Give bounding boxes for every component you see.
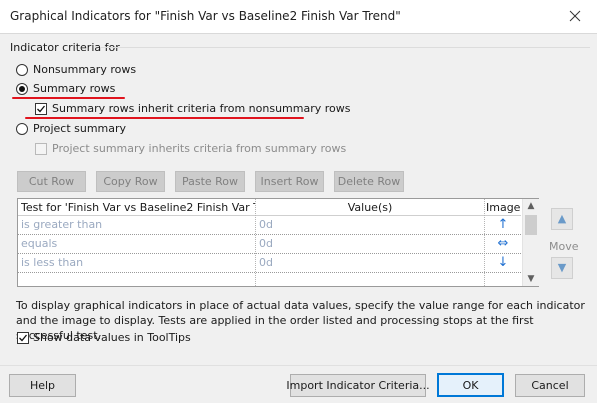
row-value[interactable]: 0d [259, 235, 273, 253]
window-title: Graphical Indicators for "Finish Var vs … [10, 9, 401, 23]
arrow-down-icon[interactable]: ↓ [486, 254, 520, 272]
check-icon [19, 334, 28, 342]
scroll-up-icon[interactable]: ▲ [523, 199, 539, 213]
radio-project-summary-label[interactable]: Project summary [33, 122, 126, 135]
row-value[interactable]: 0d [259, 254, 273, 272]
move-up-button[interactable]: ▲ [551, 208, 573, 230]
cut-row-button[interactable]: Cut Row [17, 171, 86, 192]
project-inherit-checkbox[interactable] [35, 143, 47, 155]
group-divider [101, 47, 590, 48]
table-row[interactable] [18, 273, 521, 292]
tooltips-checkbox[interactable] [17, 332, 29, 344]
paste-row-button[interactable]: Paste Row [175, 171, 245, 192]
footer-divider [0, 365, 597, 366]
title-bar: Graphical Indicators for "Finish Var vs … [0, 0, 597, 34]
close-icon [569, 10, 581, 22]
red-annotation-underline [12, 97, 125, 99]
summary-inherit-label[interactable]: Summary rows inherit criteria from nonsu… [52, 102, 350, 115]
row-test[interactable]: equals [21, 235, 57, 253]
close-button[interactable] [565, 6, 585, 26]
header-test[interactable]: Test for 'Finish Var vs Baseline2 Finish… [21, 199, 255, 216]
move-label: Move [549, 240, 579, 253]
copy-row-button[interactable]: Copy Row [96, 171, 165, 192]
row-test[interactable]: is greater than [21, 216, 102, 234]
criteria-grid: Test for 'Finish Var vs Baseline2 Finish… [17, 198, 539, 287]
project-inherit-label[interactable]: Project summary inherits criteria from s… [52, 142, 346, 155]
move-down-button[interactable]: ▼ [551, 257, 573, 279]
tooltips-label[interactable]: Show data values in ToolTips [33, 331, 191, 344]
scroll-down-icon[interactable]: ▼ [523, 272, 539, 286]
arrow-up-icon[interactable]: ↑ [486, 216, 520, 234]
table-row[interactable]: is greater than 0d ↑ [18, 216, 521, 235]
row-test[interactable]: is less than [21, 254, 83, 272]
red-annotation-underline [25, 117, 304, 119]
header-values[interactable]: Value(s) [258, 199, 482, 216]
header-image[interactable]: Image [486, 199, 520, 216]
help-button[interactable]: Help [9, 374, 76, 397]
row-value[interactable]: 0d [259, 216, 273, 234]
table-row[interactable]: is less than 0d ↓ [18, 254, 521, 273]
insert-row-button[interactable]: Insert Row [255, 171, 324, 192]
ok-button[interactable]: OK [437, 373, 504, 397]
import-criteria-button[interactable]: Import Indicator Criteria... [286, 374, 430, 397]
radio-project-summary[interactable] [16, 123, 28, 135]
radio-nonsummary-label[interactable]: Nonsummary rows [33, 63, 136, 76]
grid-scrollbar[interactable]: ▲ ▼ [522, 199, 539, 286]
check-icon [37, 105, 46, 113]
radio-summary-rows[interactable] [16, 83, 28, 95]
table-row[interactable]: equals 0d ⇔ [18, 235, 521, 254]
radio-nonsummary-rows[interactable] [16, 64, 28, 76]
delete-row-button[interactable]: Delete Row [334, 171, 404, 192]
arrow-left-right-icon[interactable]: ⇔ [486, 235, 520, 253]
radio-summary-label[interactable]: Summary rows [33, 82, 115, 95]
summary-inherit-checkbox[interactable] [35, 103, 47, 115]
scroll-thumb[interactable] [525, 215, 537, 235]
cancel-button[interactable]: Cancel [515, 374, 585, 397]
